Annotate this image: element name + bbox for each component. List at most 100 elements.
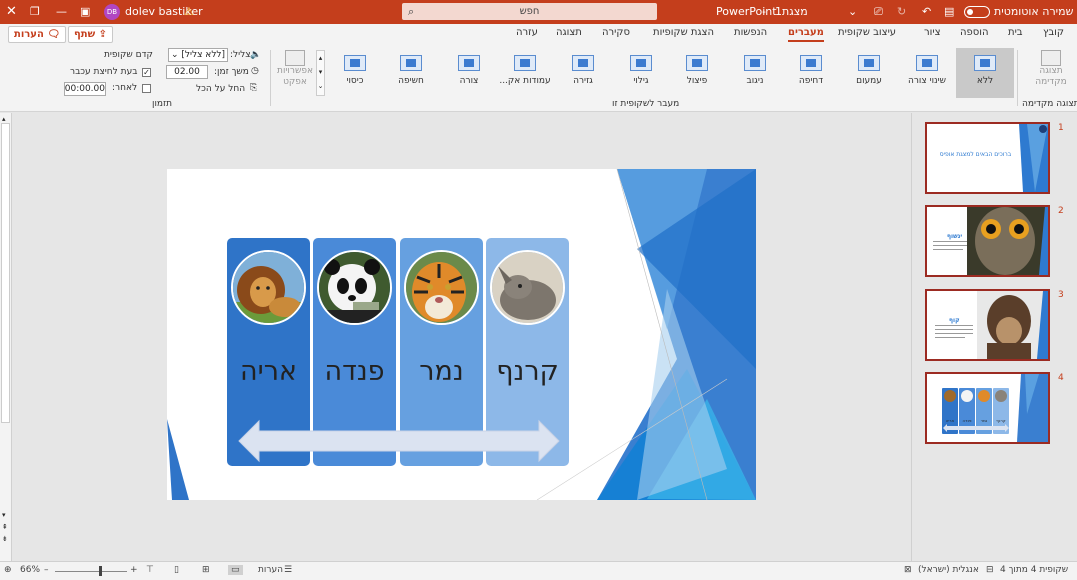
search-icon: ⌕ [408,5,415,18]
slideshow-view-icon[interactable]: ⊤ [146,565,154,575]
after-label: לאחר: [112,83,138,93]
share-icon: ⇪ [98,29,108,40]
close-window-icon[interactable]: ✕ [6,0,17,24]
language-indicator[interactable]: אנגלית (ישראל) [918,565,979,575]
random-bars-icon [514,55,536,71]
tab-transitions[interactable]: מעברים [788,27,824,42]
zoom-level[interactable]: 66% [20,565,40,575]
normal-view-icon[interactable]: ▭ [228,565,243,575]
ribbon-display-icon[interactable]: ▣ [80,0,90,24]
minimize-window-icon[interactable]: — [56,0,67,24]
transition-cover[interactable]: כיסוי [326,48,384,98]
tab-animations[interactable]: הנפשות [734,27,767,38]
comments-button[interactable]: 🗨 הערות [8,26,67,43]
transition-wipe[interactable]: ניגוב [726,48,784,98]
scroll-up-icon[interactable]: ▴ [2,115,6,123]
preview-button[interactable]: תצוגה מקדימה [1030,50,1072,88]
notes-button[interactable]: הערות [258,565,283,575]
transition-shape[interactable]: צורה [440,48,498,98]
next-slide-icon[interactable]: ⇟ [2,535,8,543]
app-name: PowerPoint [716,5,777,18]
present-icon[interactable]: ⎚ [874,0,883,24]
transition-uncover[interactable]: חשיפה [382,48,440,98]
slide-canvas[interactable]: קרנף נמר פנדה אריה [167,169,756,500]
undo-icon[interactable]: ↶ [922,0,931,24]
accessibility-icon[interactable]: ⊟ [986,565,994,575]
restore-window-icon[interactable]: ❐ [30,0,40,24]
tab-design[interactable]: עיצוב שקופית [838,27,896,38]
zoom-in-icon[interactable]: + [130,565,138,575]
save-icon[interactable]: ▤ [944,0,954,24]
effect-options-button[interactable]: אפשרויות אפקט [274,50,316,88]
transition-none[interactable]: ללא [956,48,1014,98]
transition-reveal[interactable]: גילוי [612,48,670,98]
tab-file[interactable]: קובץ [1043,27,1064,38]
editor-scrollbar[interactable]: ▴ ▾ ⇞ ⇟ [0,113,12,561]
search-text: חפש [519,6,540,17]
slide-thumbnails-pane: 1 ברוכים הבאים למצגת אופיס 2 ינשוף 3 קוף… [911,113,1077,561]
thumb-number-3: 3 [1058,290,1064,300]
transition-cut[interactable]: גזירה [554,48,612,98]
reveal-icon [630,55,652,71]
title-separator: - [762,5,766,18]
apply-all-label[interactable]: החל על הכל [196,84,245,94]
reading-view-icon[interactable]: ▯ [174,565,179,575]
transition-push[interactable]: דחיפה [782,48,840,98]
after-checkbox[interactable] [142,84,151,93]
share-button[interactable]: ⇪ שתף [68,26,114,43]
thumbnail-slide-2[interactable]: ינשוף [925,205,1050,277]
warning-icon[interactable]: ⚠ [184,0,194,24]
tab-view[interactable]: תצוגה [556,27,582,38]
spellcheck-icon[interactable]: ⊠ [904,565,912,575]
thumb2-text-line [933,241,967,242]
autosave-toggle[interactable] [964,6,990,18]
card-label-tiger: נמר [419,356,464,387]
transition-morph[interactable]: שינוי צורה [898,48,956,98]
sound-label: צליל: [230,50,251,60]
avatar[interactable]: DB [104,4,120,20]
thumb2-text-line [933,249,963,250]
zoom-out-icon[interactable]: – [44,565,49,575]
zoom-slider[interactable] [55,571,127,572]
thumbnail-slide-4[interactable]: קרנף נמר פנדה אריה [925,372,1050,444]
document-name: מצגת1 [775,5,808,18]
transition-split[interactable]: פיצול [668,48,726,98]
transition-fade[interactable]: עמעום [840,48,898,98]
thumb3-text-line [935,333,973,334]
card-label-rhino: קרנף [496,356,559,387]
thumb3-text-line [935,325,973,326]
tab-help[interactable]: עזרה [516,27,538,38]
thumb4-photos [943,390,1009,432]
tab-slideshow[interactable]: הצגת שקופיות [653,27,714,38]
gallery-scroll[interactable]: ▴ ▾ ⌄ [316,50,325,96]
thumbnail-slide-3[interactable]: קוף [925,289,1050,361]
thumb-number-2: 2 [1058,206,1064,216]
rhino-photo [490,250,565,325]
tab-insert[interactable]: הוספה [960,27,989,38]
card-label-lion: אריה [240,356,297,387]
tab-review[interactable]: סקירה [602,27,630,38]
slide-sorter-icon[interactable]: ⊞ [202,565,210,575]
on-click-checkbox[interactable]: ✓ [142,68,151,77]
tab-draw[interactable]: ציור [924,27,941,38]
thumb-number-4: 4 [1058,373,1064,383]
double-arrow-shape[interactable] [237,417,567,465]
separator [270,50,271,106]
tiger-photo [404,250,479,325]
duration-clock-icon: ◷ [251,66,259,76]
after-input[interactable]: 00:00.00 [64,82,106,96]
sound-dropdown[interactable]: [ללא צליל] ⌄ [168,48,228,62]
zoom-slider-thumb[interactable] [99,566,102,576]
tab-home[interactable]: בית [1008,27,1023,38]
transition-random-bars[interactable]: עמודות אק... [496,48,554,98]
redo-icon[interactable]: ↻ [897,0,906,24]
lion-photo [231,250,306,325]
scroll-down-icon[interactable]: ▾ [2,511,6,519]
thumbnail-slide-1[interactable]: ברוכים הבאים למצגת אופיס [925,122,1050,194]
search-box[interactable]: ⌕ חפש [402,3,657,20]
duration-input[interactable]: 02.00 [166,65,208,79]
fit-slide-icon[interactable]: ⊕ [4,565,12,575]
prev-slide-icon[interactable]: ⇞ [2,523,8,531]
scroll-thumb[interactable] [1,123,10,423]
customize-qat-icon[interactable]: ⌄ [848,0,857,24]
